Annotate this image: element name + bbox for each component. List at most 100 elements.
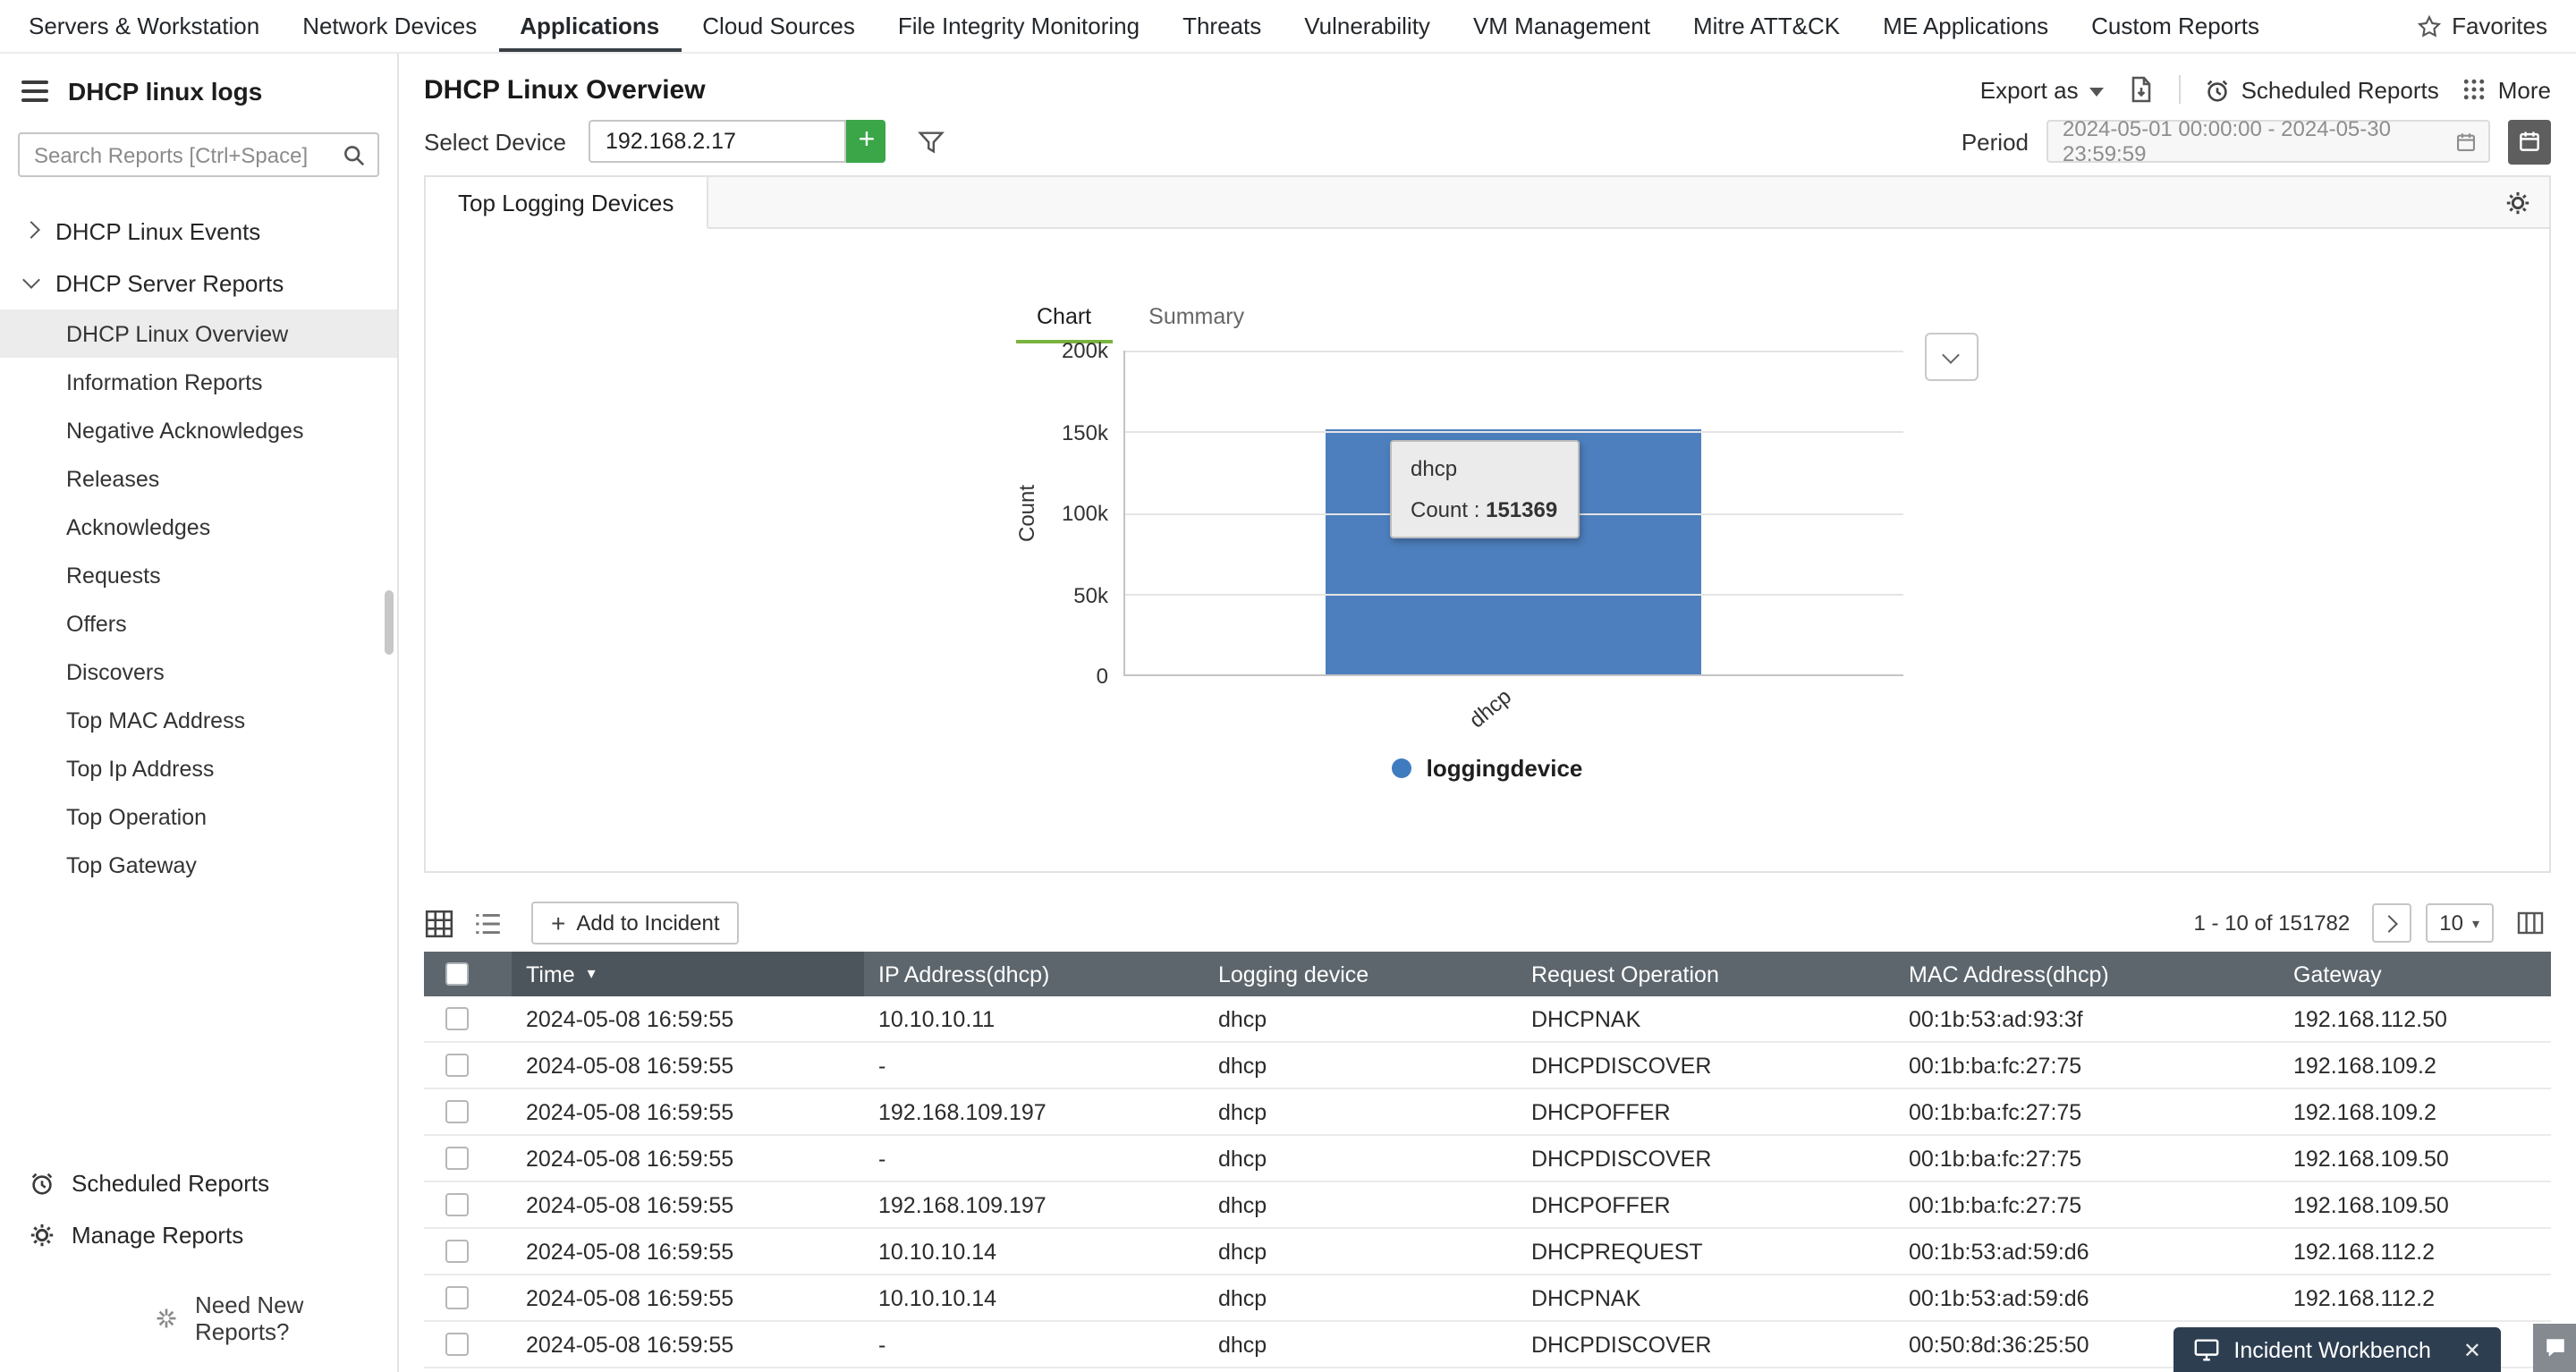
period-label: Period [1962, 128, 2029, 155]
row-checkbox[interactable] [445, 1333, 469, 1356]
table-row[interactable]: 2024-05-08 16:59:55-dhcpDHCPDISCOVER00:1… [424, 1043, 2551, 1089]
chevron-down-icon [2089, 87, 2104, 96]
sidebar-manage-reports[interactable]: Manage Reports [0, 1209, 397, 1261]
search-button[interactable] [336, 140, 372, 170]
need-new-reports[interactable]: Need New Reports? [0, 1279, 397, 1358]
divider [2179, 75, 2181, 104]
nav-tab-me-applications[interactable]: ME Applications [1861, 0, 2070, 52]
cell-gateway: 192.168.109.2 [2279, 1089, 2551, 1134]
tree-item-information-reports[interactable]: Information Reports [0, 358, 397, 406]
cell-ip-address-dhcp: 192.168.109.197 [864, 1182, 1204, 1227]
nav-tab-applications[interactable]: Applications [498, 0, 681, 52]
nav-tab-threats[interactable]: Threats [1161, 0, 1283, 52]
scheduled-reports-button[interactable]: Scheduled Reports [2204, 76, 2439, 103]
table-row[interactable]: 2024-05-08 16:59:55192.168.109.197dhcpDH… [424, 1089, 2551, 1136]
nav-tab-servers-workstation[interactable]: Servers & Workstation [7, 0, 281, 52]
tree-group-dhcp-linux-events[interactable]: DHCP Linux Events [0, 206, 397, 258]
tree-item-top-gateway[interactable]: Top Gateway [0, 841, 397, 889]
grid-view-icon[interactable] [424, 908, 454, 938]
cell-ip-address-dhcp: 10.10.10.14 [864, 1229, 1204, 1274]
grid-dots-icon [2462, 77, 2487, 102]
cell-logging-device: dhcp [1204, 1089, 1517, 1134]
device-input[interactable] [589, 120, 847, 163]
tree-item-requests[interactable]: Requests [0, 551, 397, 599]
gear-icon [2504, 189, 2531, 216]
chart-legend[interactable]: loggingdevice [987, 755, 1988, 782]
export-file-button[interactable] [2127, 75, 2156, 104]
tree-group-dhcp-server-reports[interactable]: DHCP Server Reports [0, 258, 397, 309]
tree-item-top-ip-address[interactable]: Top Ip Address [0, 744, 397, 792]
tree-item-negative-acknowledges[interactable]: Negative Acknowledges [0, 406, 397, 454]
row-checkbox[interactable] [445, 1193, 469, 1216]
export-as-label: Export as [1980, 76, 2079, 103]
plus-icon: + [551, 909, 565, 937]
cell-request-operation: DHCPOFFER [1517, 1182, 1894, 1227]
menu-icon[interactable] [21, 80, 48, 102]
table-row[interactable]: 2024-05-08 16:59:5510.10.10.14dhcpDHCPNA… [424, 1275, 2551, 1322]
cell-gateway: 192.168.109.50 [2279, 1182, 2551, 1227]
next-page-button[interactable] [2371, 903, 2411, 943]
row-checkbox[interactable] [445, 1240, 469, 1263]
nav-tab-mitre-att-ck[interactable]: Mitre ATT&CK [1672, 0, 1861, 52]
row-checkbox[interactable] [445, 1054, 469, 1077]
period-field[interactable]: 2024-05-01 00:00:00 - 2024-05-30 23:59:5… [2046, 120, 2490, 163]
nav-tab-vm-management[interactable]: VM Management [1452, 0, 1672, 52]
gear-icon [29, 1222, 55, 1249]
nav-tab-file-integrity-monitoring[interactable]: File Integrity Monitoring [877, 0, 1161, 52]
calendar-icon [2517, 129, 2542, 154]
more-button[interactable]: More [2462, 76, 2551, 103]
x-tick-label: dhcp [1464, 684, 1516, 733]
export-as-button[interactable]: Export as [1980, 76, 2104, 103]
chart-options-dropdown[interactable] [1924, 333, 1978, 381]
tree-item-dhcp-linux-overview[interactable]: DHCP Linux Overview [0, 309, 397, 358]
sidebar-scheduled-reports[interactable]: Scheduled Reports [0, 1157, 397, 1209]
column-header-time[interactable]: Time▾ [512, 952, 864, 996]
close-icon[interactable]: ✕ [2463, 1337, 2481, 1362]
tree-item-releases[interactable]: Releases [0, 454, 397, 503]
incident-workbench-bar[interactable]: Incident Workbench ✕ [2173, 1327, 2501, 1372]
cell-time: 2024-05-08 16:59:55 [512, 1136, 864, 1181]
add-device-button[interactable]: + [847, 120, 886, 163]
table-row[interactable]: 2024-05-08 16:59:55192.168.109.197dhcpDH… [424, 1182, 2551, 1229]
nav-tab-cloud-sources[interactable]: Cloud Sources [681, 0, 877, 52]
cell-time: 2024-05-08 16:59:55 [512, 1322, 864, 1367]
period-value: 2024-05-01 00:00:00 - 2024-05-30 23:59:5… [2063, 116, 2454, 166]
add-to-incident-button[interactable]: + Add to Incident [531, 902, 740, 944]
tree-item-discovers[interactable]: Discovers [0, 648, 397, 696]
calendar-picker-button[interactable] [2508, 119, 2551, 164]
tree-item-acknowledges[interactable]: Acknowledges [0, 503, 397, 551]
column-header-logging-device[interactable]: Logging device [1204, 952, 1517, 996]
tree-item-top-mac-address[interactable]: Top MAC Address [0, 696, 397, 744]
tree-item-top-operation[interactable]: Top Operation [0, 792, 397, 841]
panel-settings-button[interactable] [2504, 189, 2531, 216]
table-row[interactable]: 2024-05-08 16:59:55-dhcpDHCPDISCOVER00:1… [424, 1136, 2551, 1182]
tab-top-logging-devices[interactable]: Top Logging Devices [426, 177, 708, 229]
cell-time: 2024-05-08 16:59:55 [512, 1182, 864, 1227]
filter-funnel-icon[interactable] [919, 128, 945, 155]
tree-item-offers[interactable]: Offers [0, 599, 397, 648]
nav-tab-vulnerability[interactable]: Vulnerability [1283, 0, 1452, 52]
column-settings-button[interactable] [2508, 903, 2551, 943]
column-header-request-operation[interactable]: Request Operation [1517, 952, 1894, 996]
table-row[interactable]: 2024-05-08 16:59:5510.10.10.11dhcpDHCPNA… [424, 996, 2551, 1043]
column-header-ip-address-dhcp[interactable]: IP Address(dhcp) [864, 952, 1204, 996]
chat-widget-button[interactable] [2533, 1324, 2576, 1372]
nav-tab-custom-reports[interactable]: Custom Reports [2070, 0, 2281, 52]
column-header-mac-address-dhcp[interactable]: MAC Address(dhcp) [1894, 952, 2279, 996]
y-tick-label: 50k [1073, 582, 1108, 607]
tab-summary[interactable]: Summary [1127, 304, 1266, 343]
page-size-dropdown[interactable]: 10 ▾ [2425, 903, 2494, 943]
table-row[interactable]: 2024-05-08 16:59:5510.10.10.14dhcpDHCPRE… [424, 1229, 2551, 1275]
chevron-right-icon [2380, 914, 2398, 932]
row-checkbox[interactable] [445, 1100, 469, 1123]
row-checkbox[interactable] [445, 1007, 469, 1030]
nav-tab-network-devices[interactable]: Network Devices [281, 0, 498, 52]
select-all-checkbox[interactable] [445, 962, 469, 986]
row-checkbox[interactable] [445, 1286, 469, 1309]
sidebar-scrollbar[interactable] [385, 590, 394, 655]
favorites-button[interactable]: Favorites [2416, 13, 2547, 39]
column-header-gateway[interactable]: Gateway [2279, 952, 2551, 996]
row-checkbox[interactable] [445, 1147, 469, 1170]
search-input[interactable] [18, 132, 379, 177]
list-view-icon[interactable] [472, 908, 503, 938]
